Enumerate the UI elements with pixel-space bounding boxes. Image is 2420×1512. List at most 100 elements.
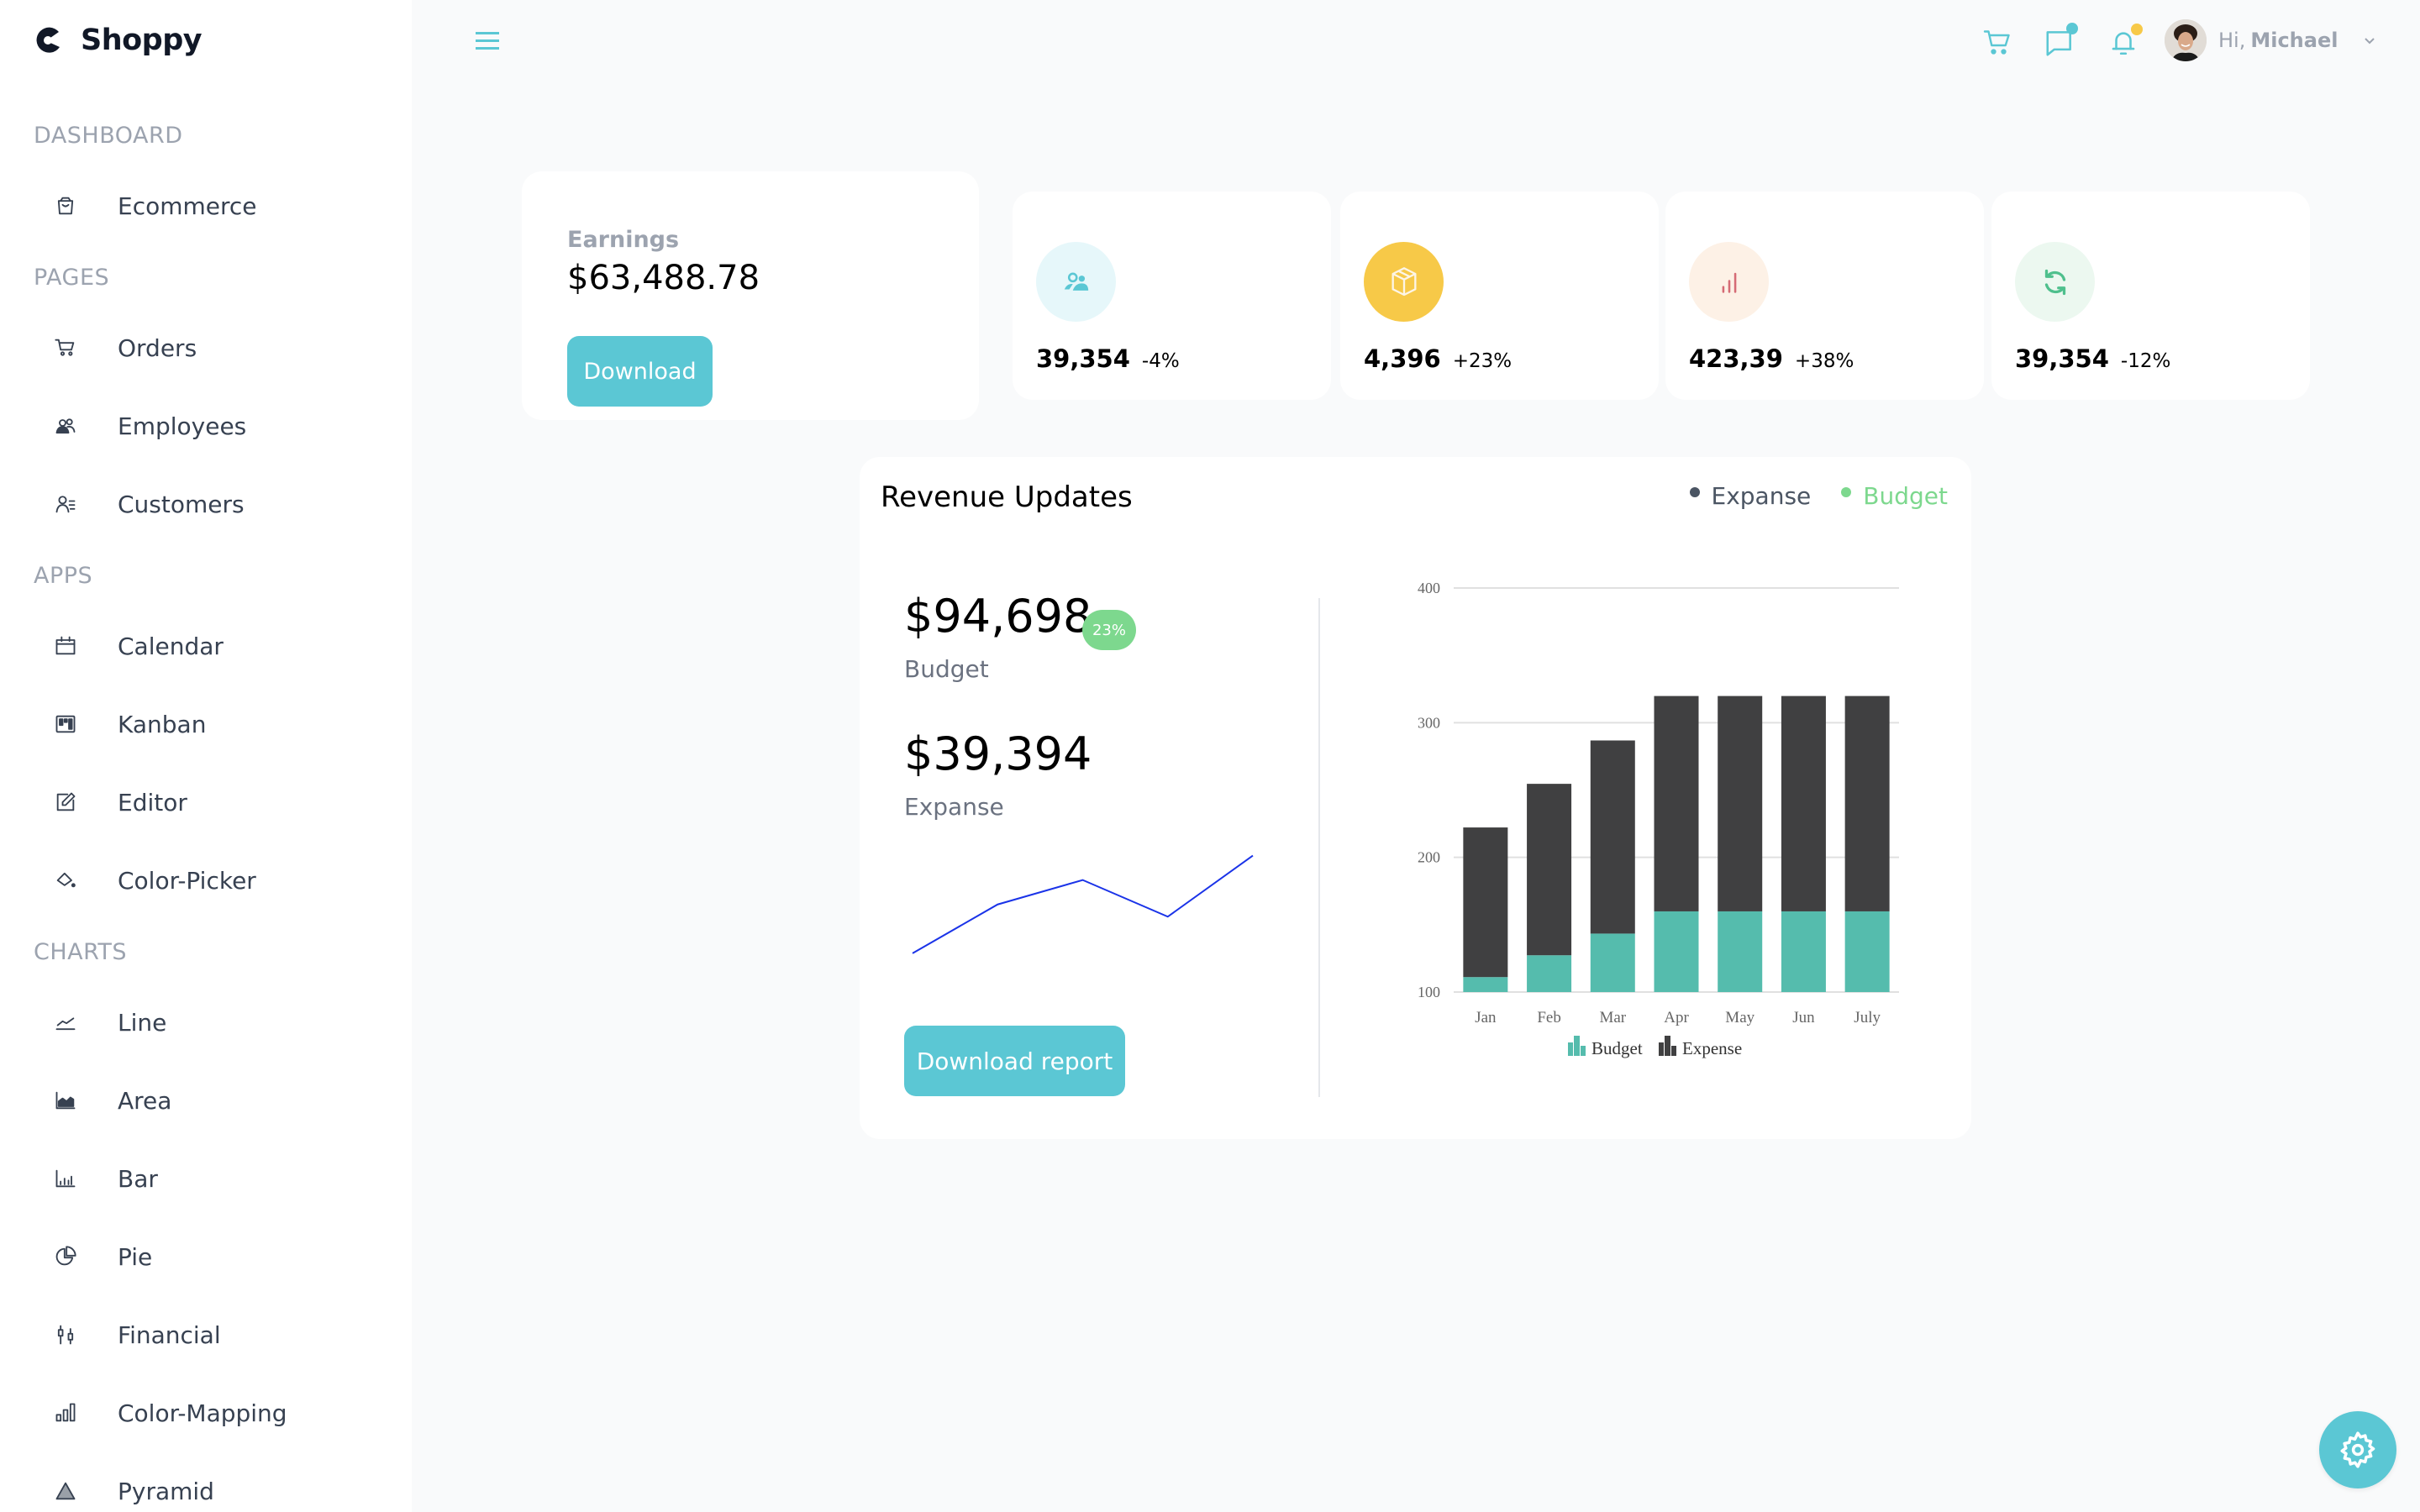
customers-icon: [1064, 272, 1088, 291]
sidebar-section-title: APPS: [34, 563, 93, 589]
download-report-button[interactable]: Download report: [904, 1026, 1125, 1096]
sidebar-item-calendar[interactable]: Calendar: [34, 617, 387, 675]
bar-expense[interactable]: [1654, 696, 1699, 911]
legend-bar-icon: [1568, 1042, 1573, 1056]
legend-item-expanse: Expanse: [1689, 482, 1811, 510]
chart-legend-budget[interactable]: Budget: [1568, 1036, 1643, 1058]
sidebar-item-label: Employees: [118, 412, 247, 440]
legend-bar-icon: [1665, 1036, 1670, 1056]
download-button[interactable]: Download: [567, 336, 713, 407]
bar-expense[interactable]: [1527, 784, 1572, 956]
stat-amount: 423,39: [1689, 344, 1783, 373]
notification-button[interactable]: [2102, 22, 2144, 64]
bar-budget[interactable]: [1844, 911, 1890, 992]
stat-amount: 4,396: [1364, 344, 1441, 373]
sidebar-item-label: Financial: [118, 1320, 221, 1349]
stat-icon-button[interactable]: [1364, 242, 1444, 322]
stat-percentage: +23%: [1452, 350, 1512, 372]
divider: [1318, 598, 1320, 1097]
user-name: Michael: [2250, 29, 2338, 52]
y-tick-label: 100: [1418, 984, 1440, 1000]
sidebar-item-orders[interactable]: Orders: [34, 318, 387, 377]
stat-icon-button[interactable]: [1689, 242, 1769, 322]
bar-expense[interactable]: [1781, 696, 1826, 911]
refresh-icon: [2044, 269, 2065, 295]
chart-legend-expense[interactable]: Expense: [1659, 1036, 1742, 1058]
stat-card: 39,354 -12%: [1991, 192, 2310, 400]
sidebar-item-employees[interactable]: Employees: [34, 396, 387, 455]
avatar: [2165, 19, 2207, 61]
legend-label: Expense: [1682, 1038, 1742, 1058]
hamburger-icon: [476, 32, 499, 50]
bar-expense[interactable]: [1718, 696, 1763, 911]
logo[interactable]: Shoppy: [34, 24, 203, 57]
stat-card: 423,39 +38%: [1665, 192, 1984, 400]
stat-card: 4,396 +23%: [1340, 192, 1659, 400]
sidebar-item-pie[interactable]: Pie: [34, 1227, 387, 1286]
legend-label: Budget: [1863, 482, 1948, 510]
shopping-bag-icon: [52, 192, 79, 219]
cart-icon: [1983, 30, 2010, 55]
gear-icon: [2340, 1431, 2375, 1468]
bar-budget[interactable]: [1654, 911, 1699, 992]
bar-expense[interactable]: [1590, 740, 1635, 934]
bar-budget[interactable]: [1781, 911, 1826, 992]
sidebar-item-label: Line: [118, 1008, 167, 1037]
legend-bar-icon: [1659, 1042, 1664, 1056]
box-icon: [1392, 266, 1416, 296]
x-tick-label: Jan: [1475, 1009, 1497, 1026]
bar-budget[interactable]: [1527, 955, 1572, 992]
legend-dot: [1841, 487, 1852, 497]
sidebar-item-kanban[interactable]: Kanban: [34, 695, 387, 753]
stat-icon-button[interactable]: [2015, 242, 2095, 322]
x-tick-label: Apr: [1664, 1009, 1689, 1026]
menu-toggle-button[interactable]: [472, 29, 502, 54]
sidebar-item-pyramid[interactable]: Pyramid: [34, 1462, 387, 1512]
legend-bar-icon: [1574, 1036, 1580, 1056]
bar-budget[interactable]: [1590, 933, 1635, 992]
sidebar-item-label: Pyramid: [118, 1477, 214, 1505]
app-title: Shoppy: [81, 24, 203, 57]
sidebar-item-color-picker[interactable]: Color-Picker: [34, 851, 387, 910]
sidebar-item-color-mapping[interactable]: Color-Mapping: [34, 1383, 387, 1442]
chevron-down-icon: [2365, 38, 2375, 45]
earnings-card: Earnings $63,488.78 Download: [522, 171, 979, 420]
expense-label: Expanse: [904, 793, 1004, 821]
legend-bar-icon: [1671, 1046, 1676, 1056]
sidebar-item-label: Color-Picker: [118, 866, 256, 895]
stat-percentage: -12%: [2120, 350, 2171, 372]
sidebar-item-ecommerce[interactable]: Ecommerce: [34, 176, 387, 235]
earnings-label: Earnings: [567, 227, 680, 253]
sidebar-item-financial[interactable]: Financial: [34, 1305, 387, 1364]
sidebar-item-customers[interactable]: Customers: [34, 475, 387, 533]
sidebar-item-area[interactable]: Area: [34, 1071, 387, 1130]
sidebar-item-bar[interactable]: Bar: [34, 1149, 387, 1208]
settings-button[interactable]: [2319, 1411, 2396, 1488]
chat-button[interactable]: [2039, 22, 2081, 64]
expense-value: $39,394: [904, 727, 1092, 780]
color-mapping-icon: [52, 1399, 79, 1426]
sidebar: Shoppy DASHBOARD Ecommerce PAGES Orders Empl…: [0, 0, 412, 1512]
sidebar-section-title: DASHBOARD: [34, 123, 183, 149]
notification-badge: [2131, 24, 2143, 35]
bar-expense[interactable]: [1463, 827, 1508, 978]
budget-label: Budget: [904, 655, 989, 683]
stat-amount: 39,354: [2015, 344, 2109, 373]
stat-percentage: -4%: [1141, 350, 1180, 372]
cart-button[interactable]: [1976, 22, 2018, 64]
user-profile-menu[interactable]: Hi, Michael: [2165, 17, 2378, 64]
candlestick-icon: [52, 1321, 79, 1348]
stat-percentage: +38%: [1794, 350, 1854, 372]
employees-icon: [52, 412, 79, 439]
sidebar-item-editor[interactable]: Editor: [34, 773, 387, 832]
stat-card: 39,354 -4%: [1013, 192, 1331, 400]
stat-icon-button[interactable]: [1036, 242, 1116, 322]
edit-icon: [52, 789, 79, 816]
sidebar-item-line[interactable]: Line: [34, 993, 387, 1052]
bar-expense[interactable]: [1844, 696, 1890, 911]
sparkline-chart: [912, 854, 1254, 954]
bar-budget[interactable]: [1718, 911, 1763, 992]
bar-budget[interactable]: [1463, 977, 1508, 992]
customers-icon: [52, 491, 79, 517]
revenue-updates-card: Revenue Updates Expanse Budget $94,698 2…: [860, 457, 1971, 1139]
